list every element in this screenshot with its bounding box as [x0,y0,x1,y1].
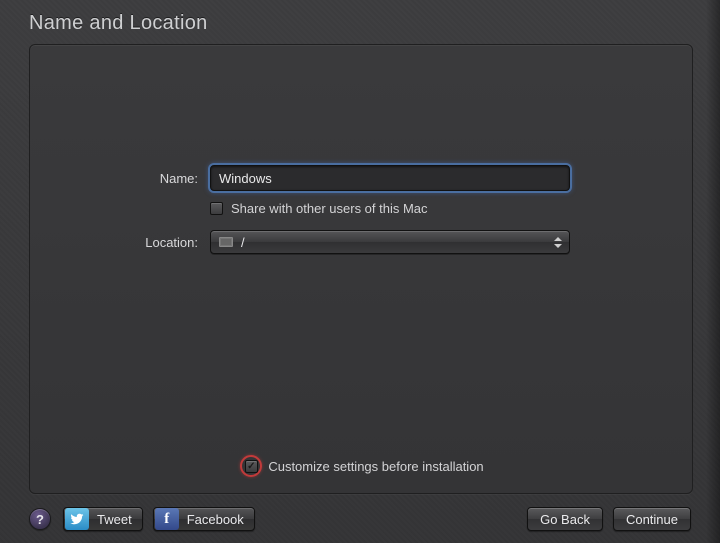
help-button[interactable]: ? [29,508,51,530]
name-input[interactable] [210,165,570,191]
stepper-icon [551,233,565,251]
form-area: Name: Share with other users of this Mac… [30,165,692,264]
location-select[interactable]: / [210,230,570,254]
page-title: Name and Location [29,12,208,35]
tweet-label: Tweet [97,512,132,527]
location-row: Location: / [30,230,692,254]
go-back-button[interactable]: Go Back [527,507,603,531]
share-label: Share with other users of this Mac [231,201,428,216]
name-label: Name: [30,171,210,186]
facebook-button[interactable]: f Facebook [153,507,255,531]
facebook-icon: f [155,508,179,530]
share-checkbox[interactable] [210,202,223,215]
customize-label: Customize settings before installation [268,459,483,474]
drive-icon [219,237,233,247]
highlight-ring-icon [240,455,262,477]
footer-bar: ? Tweet f Facebook Go Back Continue [29,506,691,532]
location-label: Location: [30,235,210,250]
customize-row: Customize settings before installation [30,455,692,477]
facebook-label: Facebook [187,512,244,527]
continue-button[interactable]: Continue [613,507,691,531]
main-panel: Name: Share with other users of this Mac… [29,44,693,494]
name-row: Name: [30,165,692,191]
share-row: Share with other users of this Mac [210,201,692,216]
location-value: / [241,235,245,250]
tweet-button[interactable]: Tweet [63,507,143,531]
twitter-icon [65,508,89,530]
customize-checkbox[interactable] [245,460,258,473]
